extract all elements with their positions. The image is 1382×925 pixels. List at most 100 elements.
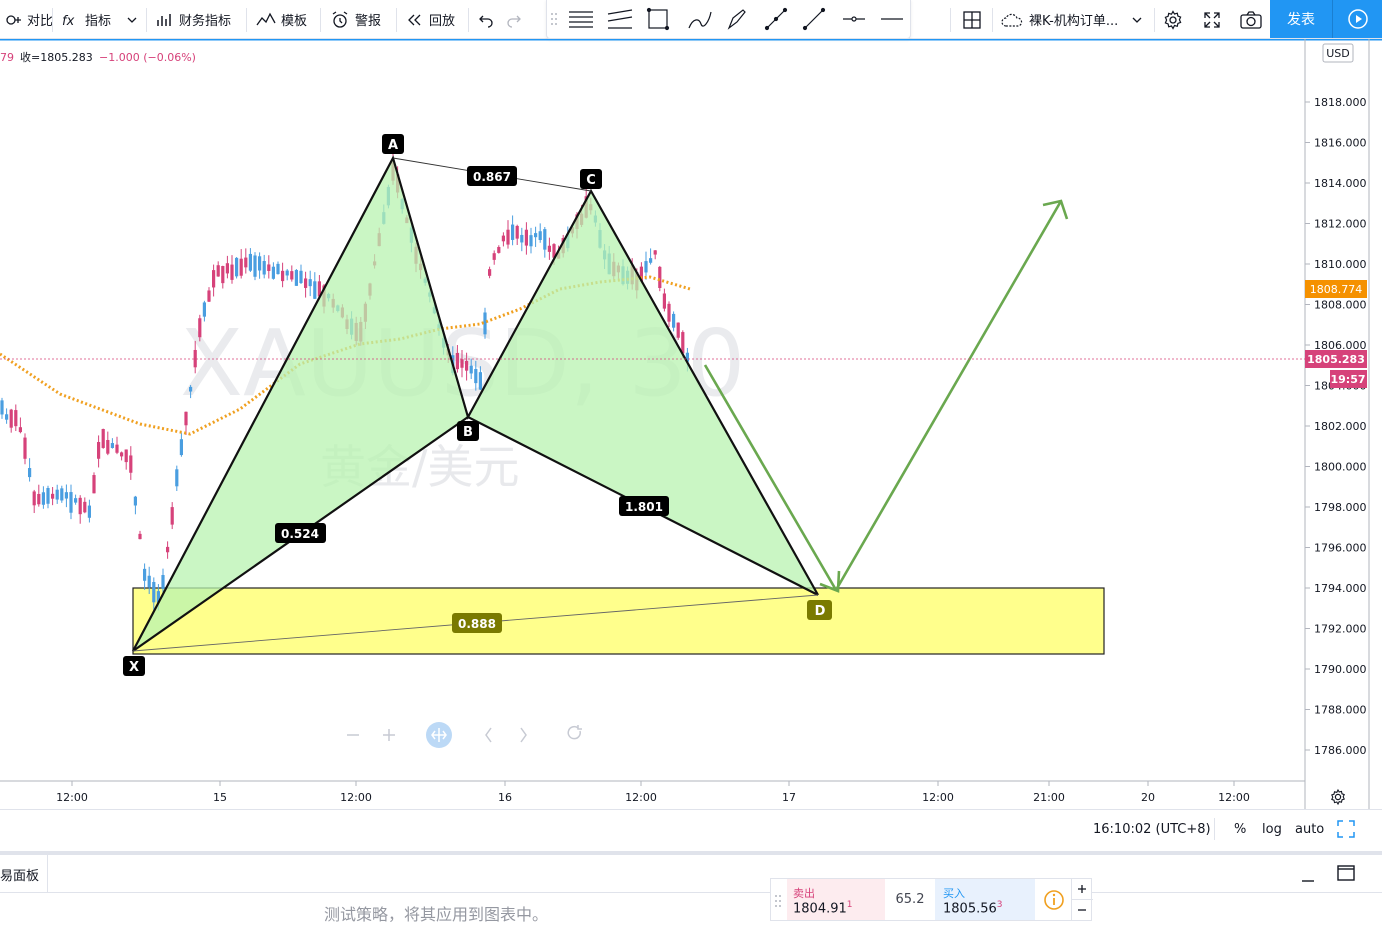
point-label-d[interactable]: D: [807, 600, 832, 620]
candle: [235, 257, 239, 279]
horizontal-lines-icon[interactable]: [569, 11, 593, 28]
svg-text:D: D: [815, 604, 826, 619]
axis-settings-icon[interactable]: [1331, 788, 1345, 806]
chevron-down-icon[interactable]: [125, 15, 139, 25]
current-price-label: 1805.283: [1305, 350, 1367, 368]
maximize-icon[interactable]: [1337, 865, 1355, 881]
candle: [538, 223, 542, 243]
candle: [281, 262, 285, 288]
svg-text:B: B: [463, 425, 473, 440]
horizontal-ray-icon[interactable]: [843, 16, 865, 22]
layout-grid-button[interactable]: [962, 0, 987, 39]
candle: [0, 397, 4, 419]
demand-zone[interactable]: [132, 587, 1105, 655]
candle: [299, 264, 303, 285]
trend-line-icon[interactable]: [802, 7, 826, 31]
alarm-clock-icon: [332, 10, 348, 28]
chevron-down-icon[interactable]: [1130, 15, 1144, 25]
financials-button[interactable]: 财务指标: [156, 0, 231, 39]
percent-toggle[interactable]: %: [1234, 822, 1246, 837]
candle: [184, 411, 188, 435]
scroll-right-icon[interactable]: [520, 727, 527, 743]
point-label-c[interactable]: C: [580, 169, 602, 189]
panel-tab[interactable]: 易面板: [0, 855, 48, 892]
candle: [5, 408, 9, 424]
templates-button[interactable]: 模板: [256, 0, 307, 39]
candle: [14, 404, 18, 432]
price-tick-label: 1802.000: [1314, 420, 1367, 433]
drag-handle-icon[interactable]: [774, 893, 782, 909]
candle: [239, 249, 243, 279]
log-toggle[interactable]: log: [1262, 822, 1282, 837]
zoom-in-icon[interactable]: [383, 729, 395, 741]
pattern-triangle-bcd[interactable]: [468, 191, 818, 595]
ratio-label-ac[interactable]: 0.867: [467, 166, 517, 186]
minimize-icon[interactable]: [1300, 869, 1316, 883]
candle: [290, 265, 294, 282]
fullscreen-button[interactable]: [1202, 0, 1227, 39]
settings-button[interactable]: [1163, 0, 1188, 39]
expand-corners-icon[interactable]: [1337, 820, 1355, 838]
svg-text:0.888: 0.888: [458, 617, 496, 631]
chart-area[interactable]: XAUUSD, 30 黄金/美元 X A B C D 0.867 0.524 1…: [0, 39, 1382, 809]
buy-price: 1805.563: [943, 900, 1003, 917]
indicators-button[interactable]: fx 指标: [62, 0, 144, 39]
auto-toggle[interactable]: auto: [1295, 822, 1324, 837]
candle: [543, 226, 547, 258]
brush-icon[interactable]: [688, 11, 712, 29]
arrow-line-icon[interactable]: [764, 7, 788, 31]
point-label-x[interactable]: X: [123, 656, 145, 676]
time-tick-label: 16: [498, 791, 512, 804]
refresh-icon[interactable]: [567, 725, 582, 740]
buy-button[interactable]: 买入 1805.563: [935, 879, 1035, 920]
price-chart[interactable]: XAUUSD, 30 黄金/美元 X A B C D 0.867 0.524 1…: [0, 39, 1382, 809]
redo-button[interactable]: [506, 0, 527, 39]
candle: [216, 261, 220, 277]
layout-name-button[interactable]: 裸K-机构订单...: [1000, 0, 1149, 39]
ratio-label-xd[interactable]: 0.888: [452, 613, 502, 633]
projection-arrow-up[interactable]: [834, 200, 1063, 591]
replay-button[interactable]: 回放: [406, 0, 455, 39]
time-tick-label: 12:00: [340, 791, 372, 804]
time-tick-label: 20: [1141, 791, 1155, 804]
play-icon: [1347, 9, 1368, 29]
candle: [32, 489, 36, 514]
ratio-label-xb[interactable]: 0.524: [275, 523, 326, 543]
candle: [313, 272, 317, 300]
sell-button[interactable]: 卖出 1804.911: [787, 879, 885, 920]
candle: [492, 250, 496, 265]
pen-icon[interactable]: [727, 9, 746, 30]
currency-badge[interactable]: USD: [1322, 43, 1354, 63]
candle: [230, 255, 234, 284]
top-toolbar: 对比 fx 指标 财务指标 模板 警报 回放 裸K-机构订单... 发表: [0, 0, 1382, 39]
price-tick-label: 1800.000: [1314, 461, 1367, 474]
snapshot-button[interactable]: [1240, 0, 1267, 39]
point-label-a[interactable]: A: [382, 134, 404, 154]
play-button[interactable]: [1332, 0, 1382, 38]
info-icon[interactable]: [1043, 889, 1065, 911]
price-axis-ticks: 1818.000 1816.000 1814.000 1812.000 1810.000…: [1305, 96, 1367, 757]
candle: [506, 220, 510, 249]
candle: [41, 486, 45, 509]
scroll-left-icon[interactable]: [485, 727, 492, 743]
candle: [248, 248, 252, 272]
candle: [207, 287, 211, 302]
candle: [64, 484, 68, 508]
drag-handle-icon[interactable]: [551, 13, 557, 25]
plus-icon[interactable]: [1076, 883, 1088, 895]
point-label-b[interactable]: B: [457, 421, 479, 441]
clock-readout[interactable]: 16:10:02 (UTC+8): [1093, 822, 1211, 837]
minus-icon[interactable]: [1076, 904, 1088, 916]
publish-button[interactable]: 发表: [1270, 0, 1332, 38]
parallel-channel-icon[interactable]: [607, 9, 633, 29]
compare-button[interactable]: 对比: [6, 0, 53, 39]
grid-icon: [963, 10, 981, 29]
undo-button[interactable]: [478, 0, 499, 39]
ratio-label-bd[interactable]: 1.801: [619, 496, 669, 516]
chart-top-border: [0, 39, 1382, 41]
sell-price: 1804.911: [793, 900, 853, 917]
time-tick-label: 15: [213, 791, 227, 804]
alerts-button[interactable]: 警报: [330, 0, 381, 39]
price-tick-label: 1786.000: [1314, 744, 1367, 757]
rectangle-icon[interactable]: [646, 7, 670, 31]
